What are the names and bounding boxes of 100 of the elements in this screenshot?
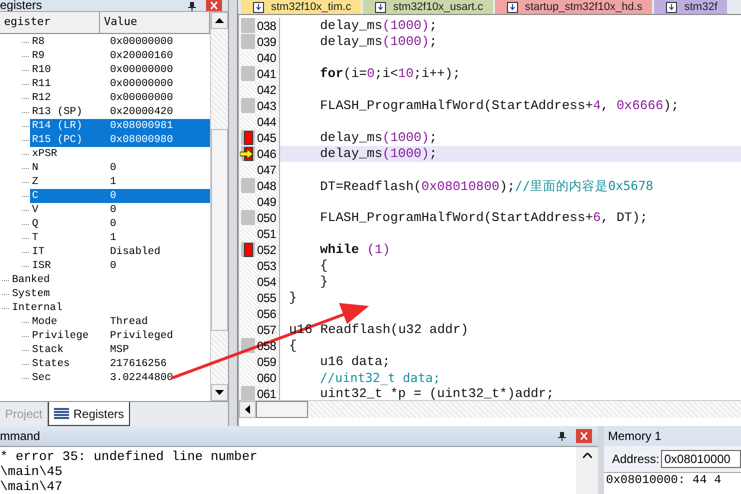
line-number: 060 [257, 371, 276, 385]
code-line: { [289, 338, 297, 354]
register-row[interactable]: Stack MSP [30, 343, 210, 357]
column-header[interactable]: egister [0, 12, 100, 33]
vertical-scrollbar[interactable] [210, 12, 228, 401]
scroll-thumb[interactable] [256, 401, 308, 418]
register-row[interactable]: Sec 3.02244800 [30, 371, 210, 385]
pin-icon[interactable] [558, 432, 566, 440]
register-value: 0x20000160 [110, 49, 174, 63]
register-name: xPSR [32, 147, 58, 161]
line-number: 039 [257, 35, 276, 49]
register-row[interactable]: R12 0x00000000 [30, 91, 210, 105]
scroll-left-button[interactable] [239, 401, 256, 418]
scroll-up-button[interactable] [211, 12, 228, 29]
file-tab[interactable]: stm32f10x_tim.c [241, 0, 362, 14]
file-tab[interactable]: startup_stm32f10x_hd.s [494, 0, 652, 14]
code-line: } [319, 274, 328, 290]
register-name: Q [32, 217, 40, 231]
code-line: FLASH_ProgramHalfWord(StartAddress+6, DT); [319, 210, 648, 226]
address-field[interactable]: 0x08010000 [661, 450, 741, 468]
line-number: 051 [257, 227, 276, 241]
register-row[interactable]: R9 0x20000160 [30, 49, 210, 63]
register-row[interactable]: Q 0 [30, 217, 210, 231]
line-number: 056 [257, 307, 276, 321]
register-value: 0x00000000 [110, 35, 174, 49]
register-name: Banked [12, 273, 51, 287]
register-value: 0x08000981 [110, 119, 174, 133]
register-row[interactable]: R11 0x00000000 [30, 77, 210, 91]
column-header[interactable]: Value [100, 12, 210, 33]
register-name: Privilege [32, 329, 90, 343]
register-name: R11 [32, 77, 52, 91]
line-number: 048 [257, 179, 276, 193]
left-arrow-icon [245, 405, 250, 414]
register-row[interactable]: Internal [10, 301, 210, 315]
command-output-line: \main\45 [0, 464, 64, 479]
code-line: delay_ms(1000); [319, 130, 438, 146]
code-line: FLASH_ProgramHalfWord(StartAddress+4, 0x6666); [319, 98, 679, 114]
register-value: 0 [110, 259, 116, 273]
register-row[interactable]: R13 (SP) 0x20000420 [30, 105, 210, 119]
vertical-scrollbar[interactable] [576, 447, 598, 494]
file-icon [666, 2, 678, 12]
down-arrow-icon [215, 390, 224, 395]
code-line: u16 data; [319, 354, 390, 370]
close-icon[interactable] [206, 0, 222, 11]
register-row[interactable]: R8 0x00000000 [30, 35, 210, 49]
line-number: 043 [257, 99, 276, 113]
scroll-thumb[interactable] [211, 129, 228, 331]
register-name: N [32, 161, 40, 175]
register-row[interactable]: Banked [10, 273, 210, 287]
register-name: R10 [32, 63, 52, 77]
close-icon[interactable] [576, 429, 592, 443]
pin-icon[interactable] [188, 2, 196, 11]
register-value: 0 [110, 161, 116, 175]
register-name: C [32, 189, 40, 203]
horizontal-scrollbar[interactable] [239, 400, 741, 418]
register-row[interactable]: C 0 [30, 189, 210, 203]
line-number: 061 [257, 387, 276, 400]
register-value: 217616256 [110, 357, 167, 371]
register-row[interactable]: R15 (PC) 0x08000980 [30, 133, 210, 147]
register-row[interactable]: T 1 [30, 231, 210, 245]
line-number: 042 [257, 83, 276, 97]
register-row[interactable]: R10 0x00000000 [30, 63, 210, 77]
code-line: delay_ms(1000); [319, 34, 438, 50]
register-name: R8 [32, 35, 46, 49]
file-tab[interactable]: stm32f [654, 0, 728, 14]
register-row[interactable]: R14 (LR) 0x08000981 [30, 119, 210, 133]
register-name: States [32, 357, 71, 371]
register-name: Internal [12, 301, 64, 315]
line-number: 038 [257, 19, 276, 33]
code-line: while (1) [319, 242, 390, 258]
register-row[interactable]: V 0 [30, 203, 210, 217]
register-row[interactable]: Privilege Privileged [30, 329, 210, 343]
register-value: 0x00000000 [110, 77, 174, 91]
line-number: 052 [257, 243, 276, 257]
register-row[interactable]: ISR 0 [30, 259, 210, 273]
up-caret-icon [582, 453, 592, 458]
scroll-down-button[interactable] [211, 384, 228, 401]
register-row[interactable]: Mode Thread [30, 315, 210, 329]
line-number: 040 [257, 51, 276, 65]
file-icon [253, 2, 264, 12]
register-row[interactable]: N 0 [30, 161, 210, 175]
register-row[interactable]: IT Disabled [30, 245, 210, 259]
panel-tab[interactable]: Registers [48, 402, 130, 426]
register-row[interactable]: Z 1 [30, 175, 210, 189]
register-row[interactable]: xPSR [30, 147, 210, 161]
register-value: 0x00000000 [110, 63, 174, 77]
line-number: 047 [257, 163, 276, 177]
register-name: R15 (PC) [32, 133, 84, 147]
register-list-icon [54, 408, 70, 419]
panel-title: egisters [0, 0, 44, 11]
code-line: delay_ms(1000); [319, 18, 438, 34]
file-icon [375, 2, 386, 12]
code-line: for(i=0;i<10;i++); [319, 66, 460, 82]
file-tab[interactable]: stm32f10x_usart.c [363, 0, 493, 14]
register-name: T [32, 231, 40, 245]
register-row[interactable]: System [10, 287, 210, 301]
register-name: IT [32, 245, 46, 259]
code-line: { [319, 258, 328, 274]
register-value: 1 [110, 175, 116, 189]
register-row[interactable]: States 217616256 [30, 357, 210, 371]
